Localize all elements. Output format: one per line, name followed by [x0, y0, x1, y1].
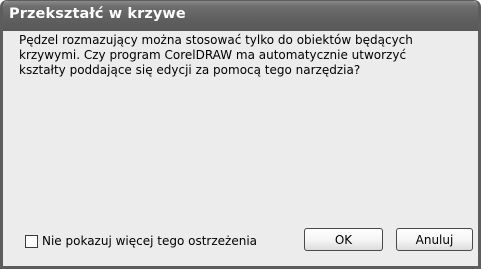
dont-show-again-label[interactable]: Nie pokazuj więcej tego ostrzeżenia: [42, 234, 257, 248]
ok-button[interactable]: OK: [304, 228, 383, 251]
dialog-title: Przekształć w krzywe: [9, 6, 186, 22]
title-bar[interactable]: Przekształć w krzywe: [3, 1, 478, 31]
message-line: krzywymi. Czy program CorelDRAW ma autom…: [19, 48, 407, 62]
dont-show-again-option[interactable]: Nie pokazuj więcej tego ostrzeżenia: [25, 234, 257, 248]
dont-show-again-checkbox[interactable]: [25, 234, 38, 248]
cancel-button[interactable]: Anuluj: [396, 228, 473, 251]
message-line: kształty poddające się edycji za pomocą …: [19, 63, 361, 77]
dialog-message: Pędzel rozmazujący można stosować tylko …: [19, 33, 467, 78]
message-line: Pędzel rozmazujący można stosować tylko …: [19, 33, 413, 47]
